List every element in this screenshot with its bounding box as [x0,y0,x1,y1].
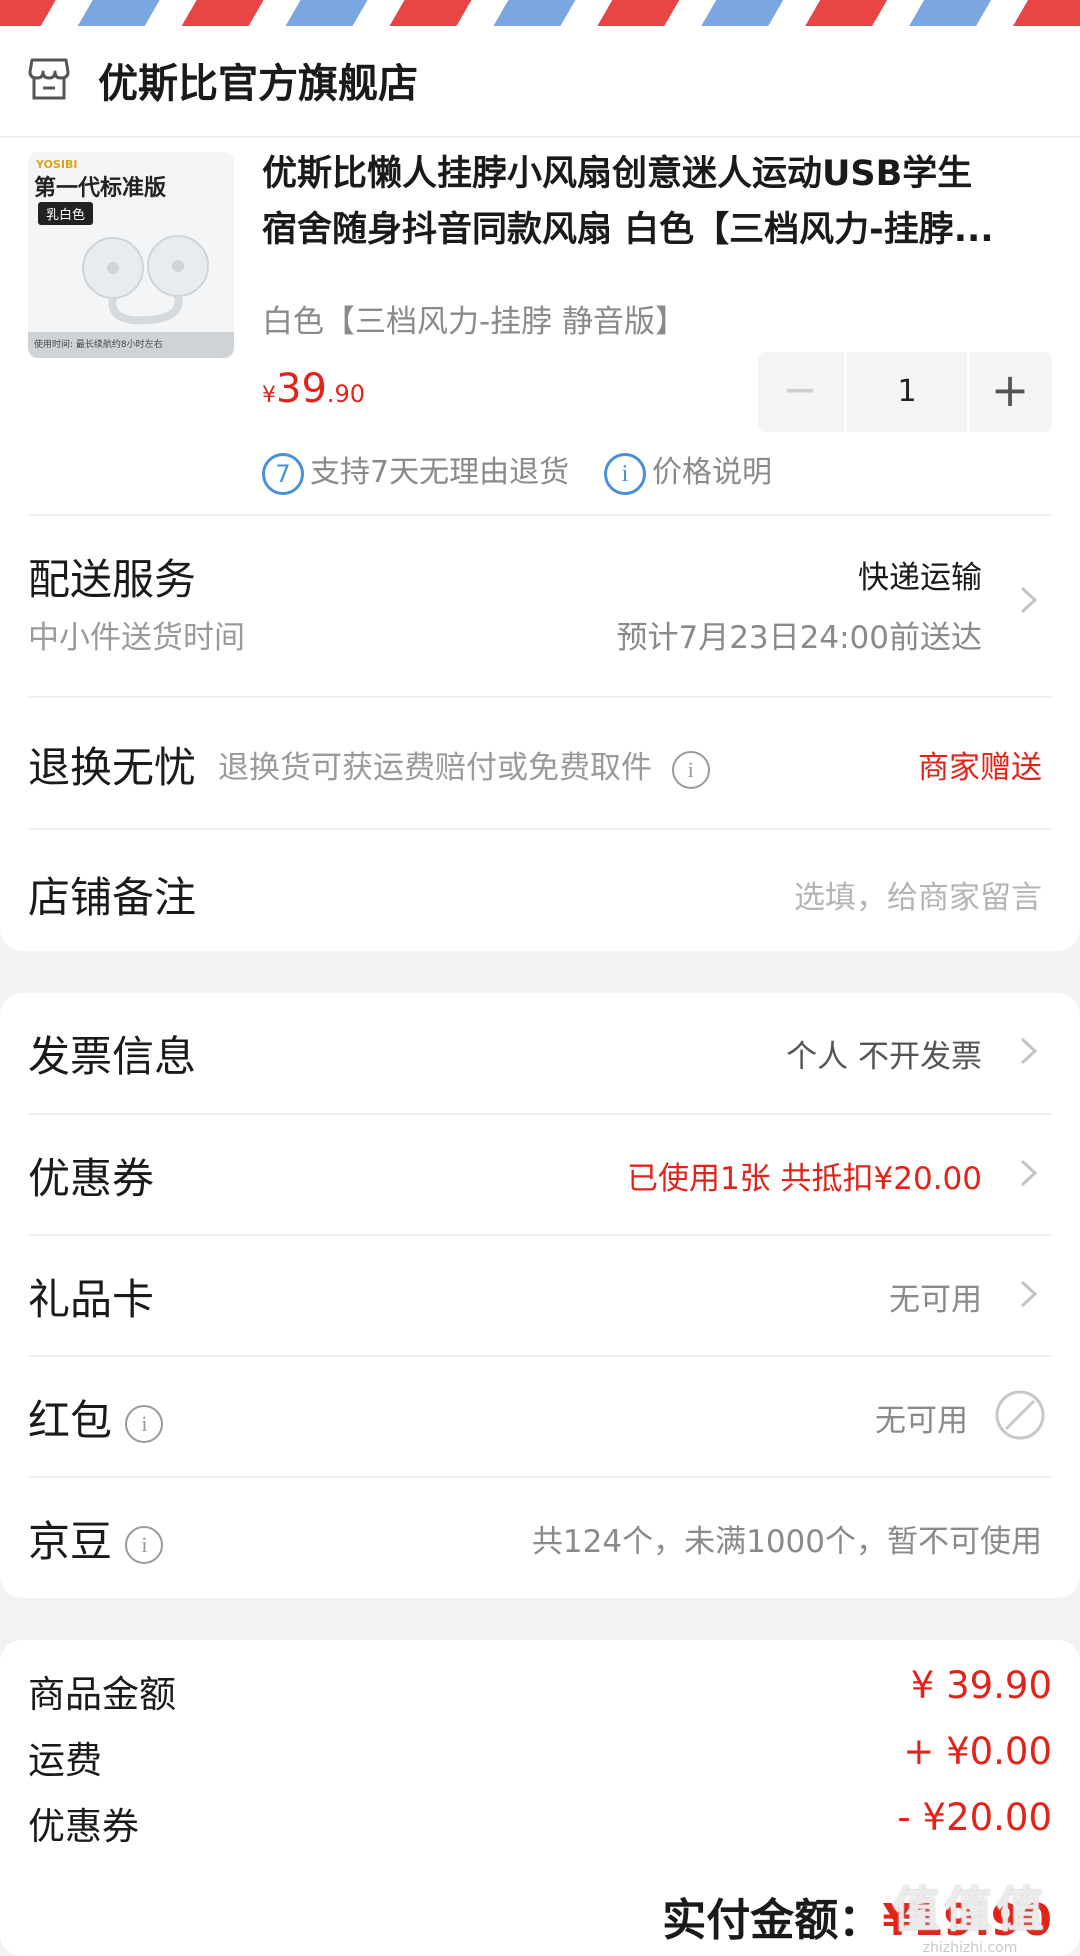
return-policy[interactable]: 7 支持7天无理由退货 [262,452,569,495]
fan-image [82,235,209,325]
return-worry-row[interactable]: 退换无忧 退换货可获运费赔付或免费取件 i 商家赠送 [28,696,1052,828]
info-icon[interactable]: i [125,1404,164,1443]
store-remark-input[interactable]: 选填，给商家留言 [794,872,1042,917]
info-icon[interactable]: i [125,1525,164,1564]
thumb-foot: 使用时间: 最长续航约8小时左右 [28,332,234,358]
price-dec: .90 [326,380,366,408]
return-worry-label: 退换无忧 [28,743,197,792]
product-price: ¥39.90 [262,366,365,412]
product-thumbnail[interactable]: YOSIBI 第一代标准版 乳白色 使用时间: 最长续航约8小时左右 [28,152,234,358]
chevron-right-icon [1020,1159,1038,1187]
info-icon[interactable]: i [671,750,710,789]
summary-value: + ¥0.00 [903,1730,1052,1773]
invoice-row[interactable]: 发票信息 个人 不开发票 [28,993,1052,1111]
watermark-text: 值值值 [891,1882,1048,1938]
store-header[interactable]: 优斯比官方旗舰店 [0,26,1080,138]
watermark-url: zhizhizhi.com [922,1940,1018,1956]
coupon-value: 已使用1张 共抵扣¥20.00 [626,1161,982,1197]
redpacket-label-text: 红包 [28,1396,113,1445]
unavailable-icon [995,1390,1045,1440]
chevron-right-icon [1020,1280,1038,1308]
summary-label: 运费 [28,1739,102,1782]
quantity-value[interactable]: 1 [844,352,970,432]
product-title-line1: 优斯比懒人挂脖小风扇创意迷人运动USB学生 [262,154,973,194]
thumb-tag: 乳白色 [38,202,94,225]
invoice-value: 个人 不开发票 [786,1039,982,1075]
coupon-label: 优惠券 [28,1154,155,1203]
giftcard-row[interactable]: 礼品卡 无可用 [28,1234,1052,1354]
jingdou-label: 京豆 i [28,1508,164,1569]
return-policy-text: 支持7天无理由退货 [310,455,570,490]
product-title[interactable]: 优斯比懒人挂脖小风扇创意迷人运动USB学生 宿舍随身抖音同款风扇 白色【三档风力… [262,146,1042,258]
thumb-badge: 第一代标准版 [34,176,167,201]
quantity-stepper: − 1 + [758,352,1052,432]
jingdou-row: 京豆 i 共124个，未满1000个，暂不可使用 [28,1476,1052,1596]
redpacket-label: 红包 i [28,1387,164,1448]
store-remark-label: 店铺备注 [28,873,197,922]
redpacket-row: 红包 i 无可用 [28,1355,1052,1475]
price-symbol: ¥ [262,383,276,408]
summary-row: 商品金额 ¥ 39.90 [28,1664,1052,1722]
summary-row: 运费 + ¥0.00 [28,1730,1052,1788]
jingdou-value: 共124个，未满1000个，暂不可使用 [531,1524,1042,1560]
return-worry-value: 商家赠送 [918,750,1042,786]
summary-value: ¥ 39.90 [910,1664,1052,1707]
summary-row: 优惠券 - ¥20.00 [28,1796,1052,1854]
jingdou-label-text: 京豆 [28,1517,113,1566]
price-int: 39 [276,366,327,412]
delivery-eta: 预计7月23日24:00前送达 [616,620,982,656]
delivery-method: 快递运输 [858,560,982,596]
delivery-sub: 中小件送货时间 [28,620,245,656]
info-icon: i [604,452,646,495]
price-info[interactable]: i 价格说明 [604,452,772,495]
product-title-line2: 宿舍随身抖音同款风扇 白色【三档风力-挂脖... [262,210,994,250]
giftcard-label: 礼品卡 [28,1275,155,1324]
return-worry-desc-text: 退换货可获运费赔付或免费取件 [218,750,652,786]
summary-label: 商品金额 [28,1673,176,1716]
summary-value: - ¥20.00 [897,1796,1052,1839]
redpacket-value: 无可用 [875,1403,968,1439]
envelope-stripe [0,0,1080,26]
delivery-label: 配送服务 [28,555,197,604]
delivery-row[interactable]: 配送服务 中小件送货时间 快递运输 预计7月23日24:00前送达 [28,514,1052,684]
store-name[interactable]: 优斯比官方旗舰店 [98,51,418,109]
payment-options-card: 发票信息 个人 不开发票 优惠券 已使用1张 共抵扣¥20.00 礼品卡 无可用… [0,993,1080,1598]
increase-button[interactable]: + [968,352,1052,432]
seven-day-icon: 7 [262,452,304,495]
giftcard-value: 无可用 [889,1282,982,1318]
summary-label: 优惠券 [28,1805,139,1848]
store-icon [28,58,70,100]
order-card: 优斯比官方旗舰店 YOSIBI 第一代标准版 乳白色 使用时间: 最长续航约8小… [0,26,1080,951]
store-remark-row: 店铺备注 选填，给商家留言 [28,828,1052,952]
chevron-right-icon [1020,586,1038,614]
price-info-text: 价格说明 [652,455,772,490]
product-spec: 白色【三档风力-挂脖 静音版】 [262,304,687,340]
invoice-label: 发票信息 [28,1032,197,1081]
decrease-button[interactable]: − [758,352,842,432]
watermark: 值值值 zhizhizhi.com [870,1870,1070,1956]
total-label: 实付金额： [662,1895,883,1946]
chevron-right-icon [1020,1037,1038,1065]
return-worry-desc: 退换货可获运费赔付或免费取件 i [218,742,710,789]
coupon-row[interactable]: 优惠券 已使用1张 共抵扣¥20.00 [28,1113,1052,1233]
